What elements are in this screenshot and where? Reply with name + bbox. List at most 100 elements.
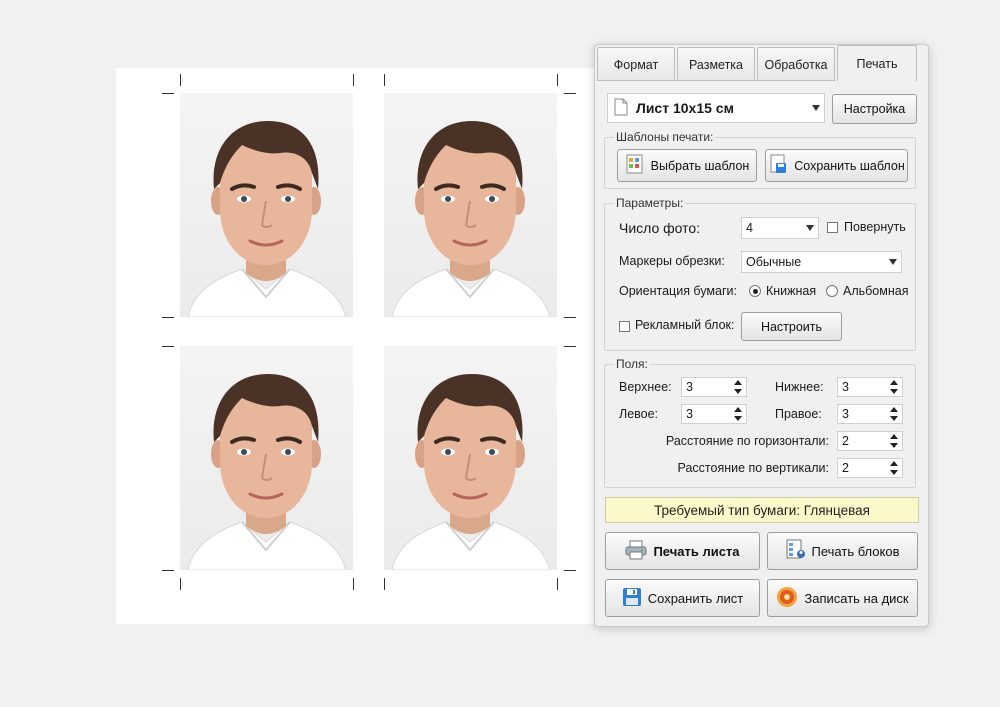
print-blocks-label: Печать блоков: [811, 543, 900, 559]
man-portrait-image: [187, 121, 347, 317]
hgap-value: 2: [842, 434, 849, 448]
save-sheet-label: Сохранить лист: [647, 590, 744, 606]
hgap-input[interactable]: 2: [837, 431, 903, 451]
crop-marker: [180, 578, 181, 590]
paper-type-notice: Требуемый тип бумаги: Глянцевая: [605, 497, 919, 523]
save-template-icon: [768, 154, 788, 177]
crop-marker: [384, 578, 385, 590]
crop-markers-label: Маркеры обрезки:: [619, 254, 725, 268]
crop-marker: [353, 578, 354, 590]
margin-top-input[interactable]: 3: [681, 377, 747, 397]
passport-photo: [180, 93, 353, 317]
paper-format-select[interactable]: Лист 10x15 см: [607, 93, 825, 123]
paper-format-value: Лист 10x15 см: [636, 100, 734, 116]
crop-marker: [353, 74, 354, 86]
print-sheet-button[interactable]: Печать листа: [605, 532, 760, 570]
floppy-disk-icon: [622, 587, 642, 610]
tab-markup[interactable]: Разметка: [677, 47, 755, 81]
spinner-arrows-icon[interactable]: [733, 407, 743, 421]
passport-photo: [180, 346, 353, 570]
burn-disc-button[interactable]: Записать на диск: [767, 579, 918, 617]
spinner-arrows-icon[interactable]: [889, 434, 899, 448]
save-template-button[interactable]: Сохранить шаблон: [765, 149, 908, 182]
crop-marker: [162, 93, 174, 94]
chevron-down-icon[interactable]: [806, 225, 814, 231]
photo-count-value: 4: [746, 221, 753, 235]
man-portrait-image: [187, 374, 347, 570]
print-blocks-icon: [786, 539, 806, 564]
crop-marker: [162, 317, 174, 318]
template-grid-icon: [625, 154, 645, 177]
spinner-arrows-icon[interactable]: [889, 380, 899, 394]
crop-marker: [557, 74, 558, 86]
choose-template-button[interactable]: Выбрать шаблон: [617, 149, 757, 182]
orientation-label: Ориентация бумаги:: [619, 284, 737, 298]
tab-print[interactable]: Печать: [837, 45, 917, 81]
portrait-label: Книжная: [766, 284, 817, 298]
passport-photo: [384, 346, 557, 570]
parameters-group-title: Параметры:: [614, 196, 686, 210]
configure-ad-button[interactable]: Настроить: [741, 312, 842, 341]
margin-top-label: Верхнее:: [619, 380, 672, 394]
crop-marker: [162, 346, 174, 347]
spinner-arrows-icon[interactable]: [889, 407, 899, 421]
crop-marker: [564, 346, 576, 347]
photo-count-select[interactable]: 4: [741, 217, 819, 239]
vgap-input[interactable]: 2: [837, 458, 903, 478]
margin-right-label: Правое:: [775, 407, 822, 421]
margin-top-value: 3: [686, 380, 693, 394]
man-portrait-image: [391, 374, 551, 570]
save-template-label: Сохранить шаблон: [794, 158, 905, 173]
chevron-down-icon[interactable]: [812, 105, 820, 111]
photo-count-label: Число фото:: [619, 220, 701, 236]
tab-bar: Формат Разметка Обработка Печать: [597, 45, 927, 81]
tab-processing[interactable]: Обработка: [757, 47, 835, 81]
margin-bottom-input[interactable]: 3: [837, 377, 903, 397]
crop-marker: [180, 74, 181, 86]
spinner-arrows-icon[interactable]: [733, 380, 743, 394]
printer-icon: [625, 540, 647, 563]
crop-marker: [564, 317, 576, 318]
spinner-arrows-icon[interactable]: [889, 461, 899, 475]
crop-marker: [384, 74, 385, 86]
landscape-label: Альбомная: [843, 284, 909, 298]
portrait-radio[interactable]: [749, 285, 761, 297]
margin-left-input[interactable]: 3: [681, 404, 747, 424]
crop-markers-value: Обычные: [746, 255, 802, 269]
print-settings-panel: Формат Разметка Обработка Печать Лист 10…: [594, 44, 929, 627]
save-sheet-button[interactable]: Сохранить лист: [605, 579, 760, 617]
margin-bottom-label: Нижнее:: [775, 380, 824, 394]
man-portrait-image: [391, 121, 551, 317]
margin-bottom-value: 3: [842, 380, 849, 394]
vgap-value: 2: [842, 461, 849, 475]
paper-settings-label: Настройка: [843, 102, 906, 116]
rotate-checkbox[interactable]: [827, 222, 838, 233]
vgap-label: Расстояние по вертикали:: [677, 461, 829, 475]
ad-block-label: Рекламный блок:: [635, 318, 735, 332]
choose-template-label: Выбрать шаблон: [650, 158, 750, 173]
crop-marker: [564, 93, 576, 94]
margin-left-value: 3: [686, 407, 693, 421]
chevron-down-icon[interactable]: [889, 259, 897, 265]
crop-marker: [162, 570, 174, 571]
burn-disc-label: Записать на диск: [804, 590, 909, 606]
tab-divider: [597, 80, 835, 81]
disc-burn-icon: [776, 586, 798, 611]
margin-left-label: Левое:: [619, 407, 659, 421]
print-blocks-button[interactable]: Печать блоков: [767, 532, 918, 570]
rotate-label: Повернуть: [844, 220, 906, 234]
templates-group-title: Шаблоны печати:: [614, 130, 716, 144]
configure-ad-label: Настроить: [760, 319, 823, 334]
ad-block-checkbox[interactable]: [619, 321, 630, 332]
crop-markers-select[interactable]: Обычные: [741, 251, 902, 273]
margins-group-title: Поля:: [614, 357, 650, 371]
hgap-label: Расстояние по горизонтали:: [665, 434, 829, 448]
crop-marker: [557, 578, 558, 590]
margin-right-input[interactable]: 3: [837, 404, 903, 424]
margin-right-value: 3: [842, 407, 849, 421]
paper-settings-button[interactable]: Настройка: [832, 94, 917, 124]
landscape-radio[interactable]: [826, 285, 838, 297]
tab-format[interactable]: Формат: [597, 47, 675, 81]
print-sheet-preview: [116, 68, 602, 624]
document-icon: [614, 98, 628, 119]
